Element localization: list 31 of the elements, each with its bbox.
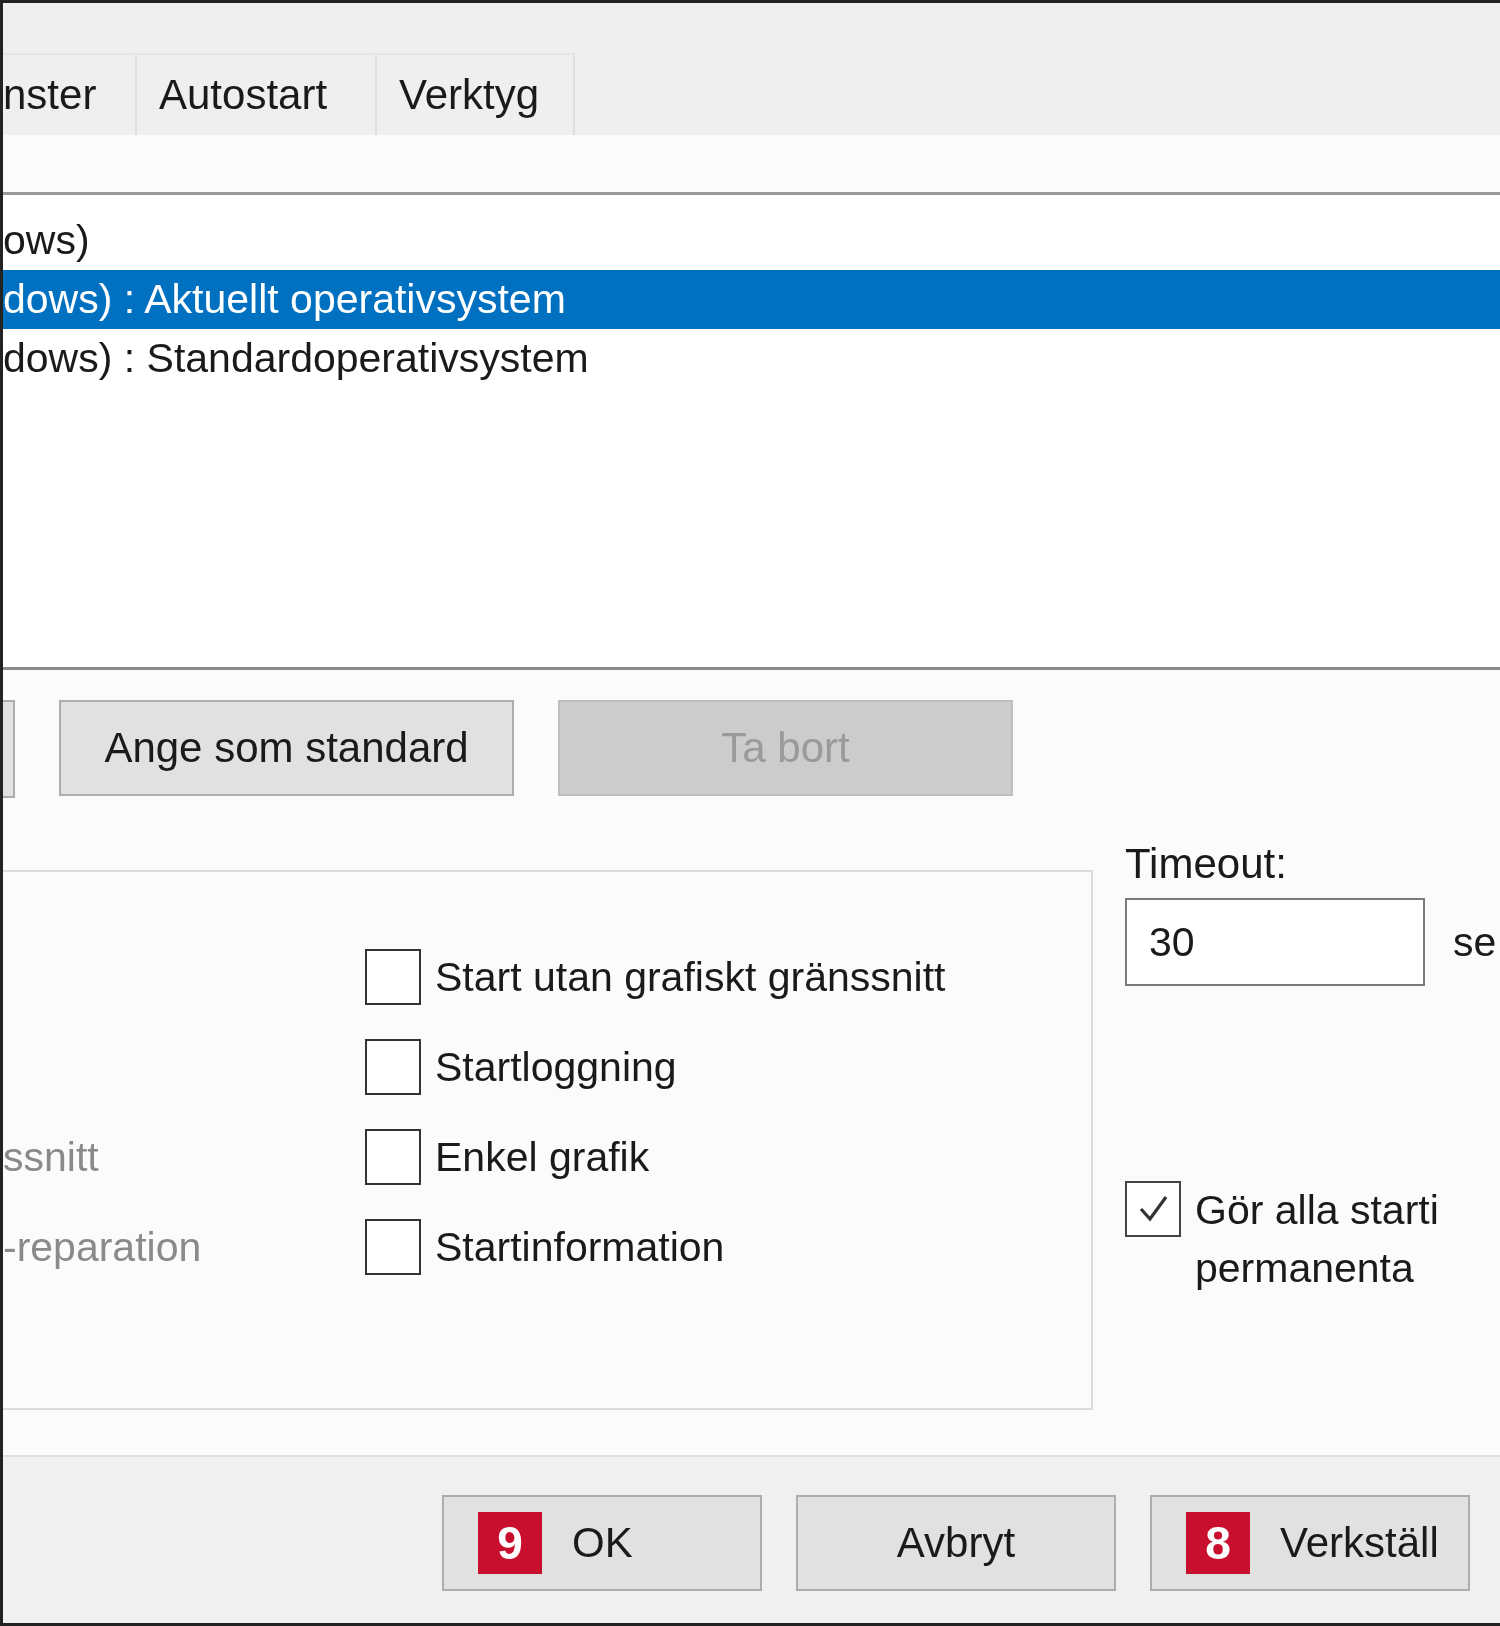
button-label: Verkställ: [1280, 1519, 1439, 1567]
checkbox[interactable]: [365, 1039, 421, 1095]
timeout-label: Timeout:: [1125, 840, 1288, 888]
list-item[interactable]: dows) : Standardoperativsystem: [3, 329, 1500, 388]
timeout-field[interactable]: 30: [1125, 898, 1425, 986]
option-label: ssnitt: [3, 1133, 100, 1181]
button[interactable]: Ange som standard: [59, 700, 514, 796]
tab[interactable]: nster: [3, 53, 137, 135]
number-badge: 8: [1186, 1512, 1250, 1574]
button[interactable]: 8 Verkställ: [1150, 1495, 1470, 1591]
list-item[interactable]: dows) : Aktuellt operativsystem: [3, 270, 1500, 329]
option-label: -reparation: [3, 1223, 203, 1271]
checkbox-label: Startinformation: [435, 1223, 725, 1271]
button-label: OK: [572, 1519, 633, 1567]
checkbox[interactable]: [365, 949, 421, 1005]
checkbox[interactable]: [1125, 1181, 1181, 1237]
number-badge: 9: [478, 1512, 542, 1574]
checkbox-label: Start utan grafiskt gränssnitt: [435, 953, 946, 1001]
checkbox[interactable]: [365, 1219, 421, 1275]
tab[interactable]: Verktyg: [377, 53, 575, 135]
button-label: Avbryt: [896, 1519, 1016, 1567]
checkbox[interactable]: [365, 1129, 421, 1185]
unit-label: se: [1453, 918, 1497, 966]
os-list[interactable]: ows) dows) : Aktuellt operativsystem dows) : Standardoperativsystem: [3, 192, 1500, 670]
list-item[interactable]: ows): [3, 211, 1500, 270]
tab[interactable]: Autostart: [137, 53, 377, 135]
button[interactable]: 9 OK: [442, 1495, 762, 1591]
checkbox-label: Gör alla starti permanenta: [1195, 1186, 1439, 1293]
button[interactable]: Avbryt: [796, 1495, 1116, 1591]
checkbox-label: Enkel grafik: [435, 1133, 650, 1181]
checkbox-label: Startloggning: [435, 1043, 677, 1091]
